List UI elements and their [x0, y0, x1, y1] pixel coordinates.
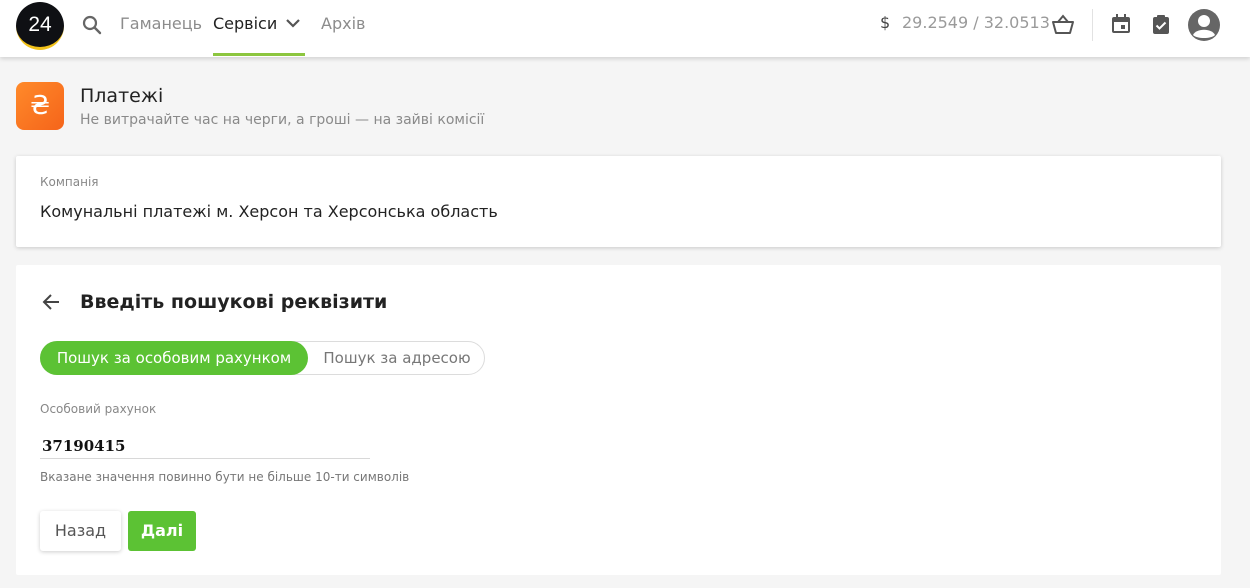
account-field-hint: Вказане значення повинно бути не більше … — [40, 470, 410, 484]
company-value: Комунальні платежі м. Херсон та Херсонсь… — [40, 202, 498, 221]
chevron-down-icon[interactable] — [283, 13, 303, 33]
basket-icon[interactable] — [1050, 12, 1076, 38]
currency-symbol: $ — [880, 13, 891, 32]
page-subtitle: Не витрачайте час на черги, а гроші — на… — [80, 112, 485, 128]
next-button[interactable]: Далі — [128, 511, 196, 551]
nav-services[interactable]: Сервіси — [213, 13, 277, 35]
tab-search-by-address[interactable]: Пошук за адресою — [309, 341, 485, 375]
avatar-icon[interactable] — [1187, 8, 1221, 42]
header-divider — [1092, 9, 1093, 41]
clipboard-check-icon[interactable] — [1150, 13, 1172, 35]
back-arrow-icon[interactable] — [40, 291, 62, 313]
nav-archive[interactable]: Архів — [321, 13, 365, 35]
back-button[interactable]: Назад — [40, 511, 121, 551]
exchange-rate[interactable]: 29.2549 / 32.0513 — [902, 13, 1050, 32]
search-icon[interactable] — [80, 13, 104, 37]
page-title: Платежі — [80, 85, 164, 107]
payments-hryvnia-icon: ₴ — [16, 82, 64, 130]
calendar-icon[interactable] — [1110, 13, 1132, 35]
top-header: 24 Гаманець Сервіси Архів $ 29.2549 / 32… — [0, 0, 1250, 57]
account-field-label: Особовий рахунок — [40, 402, 157, 416]
company-label: Компанія — [40, 175, 99, 189]
nav-wallet[interactable]: Гаманець — [120, 13, 202, 35]
section-title: Введіть пошукові реквізити — [80, 291, 388, 313]
tab-search-by-account[interactable]: Пошук за особовим рахунком — [40, 341, 308, 375]
logo[interactable]: 24 — [16, 2, 64, 50]
nav-active-underline — [213, 53, 305, 56]
company-card[interactable]: Компанія Комунальні платежі м. Херсон та… — [16, 156, 1221, 247]
account-number-input[interactable] — [40, 433, 370, 459]
search-card: Введіть пошукові реквізити Пошук за особ… — [16, 265, 1221, 575]
search-mode-toggle: Пошук за особовим рахунком Пошук за адре… — [40, 341, 485, 375]
